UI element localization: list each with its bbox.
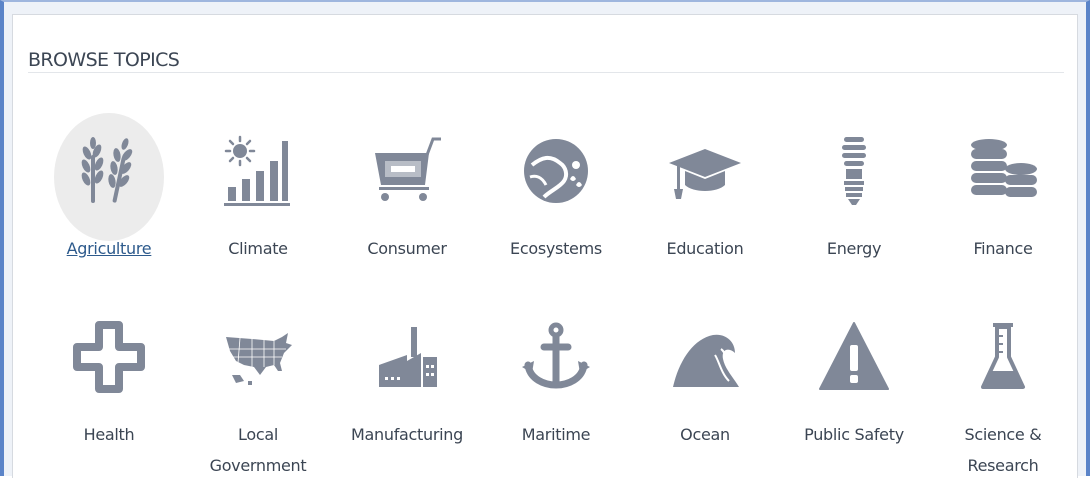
us-map-icon — [226, 333, 292, 385]
ecosystem-globe-icon — [524, 139, 588, 203]
section-title: BROWSE TOPICS — [28, 49, 180, 71]
section-divider — [28, 72, 1064, 73]
shopping-cart-icon — [375, 137, 441, 201]
topic-finance[interactable]: Finance — [938, 105, 1068, 264]
anchor-icon — [522, 322, 590, 389]
topic-maritime[interactable]: Maritime — [491, 291, 621, 450]
topic-label[interactable]: Energy — [789, 233, 919, 264]
topic-label[interactable]: Education — [640, 233, 770, 264]
factory-icon — [379, 327, 437, 387]
wheat-icon — [81, 137, 133, 203]
topic-education[interactable]: Education — [640, 105, 770, 264]
medical-cross-icon — [73, 321, 145, 393]
topic-label[interactable]: Finance — [938, 233, 1068, 264]
topic-health[interactable]: Health — [44, 291, 174, 450]
browser-frame: BROWSE TOPICS Agriculture Climate Consum… — [0, 0, 1090, 478]
topic-local-government[interactable]: Local Government — [193, 291, 323, 481]
topic-consumer[interactable]: Consumer — [342, 105, 472, 264]
topic-energy[interactable]: Energy — [789, 105, 919, 264]
topic-label[interactable]: Science & Research — [938, 419, 1068, 481]
topic-label[interactable]: Ocean — [640, 419, 770, 450]
topic-science-research[interactable]: Science & Research — [938, 291, 1068, 481]
topic-label[interactable]: Local Government — [193, 419, 323, 481]
topic-label[interactable]: Manufacturing — [342, 419, 472, 450]
warning-triangle-icon — [819, 322, 889, 390]
topic-label[interactable]: Ecosystems — [491, 233, 621, 264]
topic-label[interactable]: Consumer — [342, 233, 472, 264]
topic-label[interactable]: Public Safety — [789, 419, 919, 450]
topic-manufacturing[interactable]: Manufacturing — [342, 291, 472, 450]
topic-ecosystems[interactable]: Ecosystems — [491, 105, 621, 264]
topic-label[interactable]: Maritime — [491, 419, 621, 450]
sun-bar-chart-icon — [224, 135, 290, 206]
topic-climate[interactable]: Climate — [193, 105, 323, 264]
wave-icon — [673, 334, 739, 387]
topic-ocean[interactable]: Ocean — [640, 291, 770, 450]
topic-agriculture[interactable]: Agriculture — [44, 105, 174, 264]
topic-public-safety[interactable]: Public Safety — [789, 291, 919, 450]
browse-topics-panel: BROWSE TOPICS Agriculture Climate Consum… — [12, 14, 1078, 478]
topic-label[interactable]: Climate — [193, 233, 323, 264]
coin-stacks-icon — [971, 139, 1037, 197]
flask-icon — [981, 323, 1025, 389]
topic-label[interactable]: Health — [44, 419, 174, 450]
graduation-cap-icon — [669, 149, 741, 199]
light-bulb-icon — [842, 137, 866, 205]
